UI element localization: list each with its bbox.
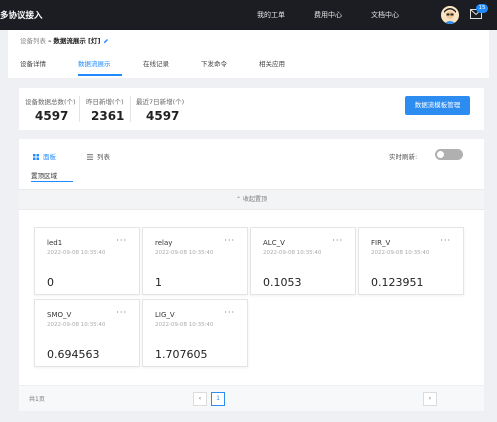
stat-label: 昨日新增(个) [86,98,124,106]
card-name: FIR_V [371,239,391,247]
nav-billing-center[interactable]: 费用中心 [314,10,342,20]
tab-online-records[interactable]: 在线记录 [143,58,169,68]
top-navigation-bar: 多协议接入 我的工单 费用中心 文档中心 15 [0,0,497,30]
total-pages-label: 共1页 [29,396,45,403]
app-title: 多协议接入 [0,11,43,21]
data-card-lig-v[interactable]: LIG_V 2022-09-08 10:35:40 ··· 1.707605 [142,299,248,367]
breadcrumb-current: 数据流展示 [53,37,86,45]
stat-label: 设备数据总数(个) [25,98,76,106]
collapse-pinned-button[interactable]: ⌃ 收起置顶 [19,189,484,210]
data-stream-template-button[interactable]: 数据流模板管理 [405,96,470,115]
more-options-icon[interactable]: ··· [224,308,235,317]
card-timestamp: 2022-09-08 10:35:40 [155,322,214,328]
card-timestamp: 2022-09-08 10:35:40 [155,250,214,256]
card-name: LIG_V [155,311,175,319]
more-options-icon[interactable]: ··· [116,308,127,317]
card-timestamp: 2022-09-08 10:35:40 [371,250,430,256]
card-name: SMO_V [47,311,72,319]
more-options-icon[interactable]: ··· [440,236,451,245]
more-options-icon[interactable]: ··· [224,236,235,245]
view-tab-board[interactable]: 面板 [33,151,56,161]
view-tab-board-label: 面板 [43,153,56,161]
nav-docs-center[interactable]: 文档中心 [371,10,399,20]
breadcrumb-device-list[interactable]: 设备列表 [20,37,46,45]
breadcrumb-device-tag: [灯] [87,37,101,45]
breadcrumb-separator: – [48,37,52,45]
grid-icon [33,154,39,160]
view-tab-list[interactable]: 列表 [87,151,110,161]
card-value: 0.1053 [263,276,302,289]
pinned-area-underline [31,181,73,182]
card-timestamp: 2022-09-08 10:35:40 [47,250,106,256]
stat-7day-new: 最近7日新增(个) 4597 [136,96,184,123]
tab-related-apps[interactable]: 相关应用 [259,58,285,68]
view-tab-list-label: 列表 [97,153,110,161]
card-value: 0.694563 [47,348,100,361]
card-value: 0.123951 [371,276,424,289]
card-name: relay [155,239,173,247]
more-options-icon[interactable]: ··· [116,236,127,245]
card-name: led1 [47,239,63,247]
notification-badge: 15 [476,4,488,13]
stats-panel: 设备数据总数(个) 4597 昨日新增(个) 2361 最近7日新增(个) 45… [19,88,484,130]
stat-value: 4597 [146,109,180,123]
user-avatar-icon [441,6,459,24]
data-card-relay[interactable]: relay 2022-09-08 10:35:40 ··· 1 [142,227,248,295]
breadcrumb: 设备列表 – 数据流展示 [灯] [20,35,109,45]
pagination-bar: 共1页 ‹ 1 › [19,385,484,411]
page-1-button[interactable]: 1 [211,392,225,406]
card-value: 1 [155,276,162,289]
realtime-refresh-label: 实时刷新: [389,153,418,161]
divider [130,96,131,122]
device-header-panel: 设备列表 – 数据流展示 [灯] 设备详情 数据流展示 在线记录 下发命令 相关… [8,30,489,78]
data-card-smo-v[interactable]: SMO_V 2022-09-08 10:35:40 ··· 0.694563 [34,299,140,367]
card-name: ALC_V [263,239,285,247]
next-page-button[interactable]: › [423,392,437,406]
tab-device-details[interactable]: 设备详情 [20,58,46,68]
tab-send-command[interactable]: 下发命令 [201,58,227,68]
data-card-fir-v[interactable]: FIR_V 2022-09-08 10:35:40 ··· 0.123951 [358,227,464,295]
stat-total-data: 设备数据总数(个) 4597 [25,96,76,123]
realtime-refresh-toggle[interactable] [435,149,463,160]
pinned-area-label: 置顶区域 [31,172,57,180]
data-card-alc-v[interactable]: ALC_V 2022-09-08 10:35:40 ··· 0.1053 [250,227,356,295]
more-options-icon[interactable]: ··· [332,236,343,245]
edit-icon[interactable] [103,38,109,44]
nav-my-tickets[interactable]: 我的工单 [257,10,285,20]
card-value: 1.707605 [155,348,208,361]
card-timestamp: 2022-09-08 10:35:40 [263,250,322,256]
list-icon [87,154,93,160]
stat-value: 4597 [35,109,69,123]
stat-yesterday-new: 昨日新增(个) 2361 [86,96,124,123]
stat-label: 最近7日新增(个) [136,98,185,106]
data-card-led1[interactable]: led1 2022-09-08 10:35:40 ··· 0 [34,227,140,295]
prev-page-button[interactable]: ‹ [193,392,207,406]
active-tab-indicator [78,74,122,76]
card-timestamp: 2022-09-08 10:35:40 [47,322,106,328]
data-stream-panel: 面板 列表 实时刷新: 置顶区域 ⌃ 收起置顶 led1 2022-09-08 … [19,139,484,411]
tab-data-stream[interactable]: 数据流展示 [78,58,111,68]
stat-value: 2361 [91,109,125,123]
toggle-knob [437,151,444,158]
divider [79,96,80,122]
card-value: 0 [47,276,54,289]
avatar[interactable] [441,6,459,24]
